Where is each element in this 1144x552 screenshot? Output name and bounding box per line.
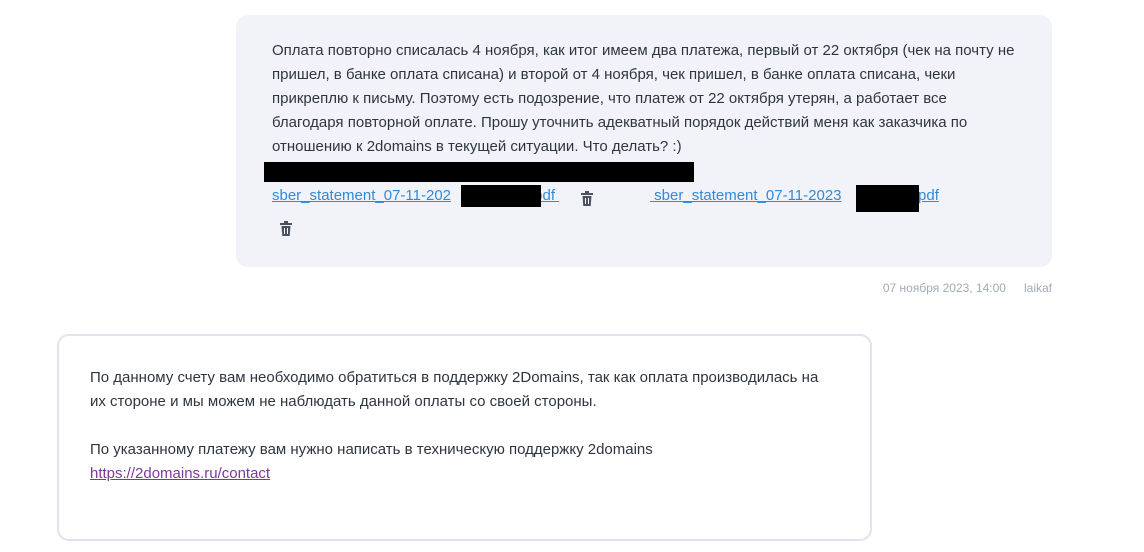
attachment-1-prefix: sber_statement_07-11-202 (272, 187, 452, 204)
chat-thread: Оплата повторно списалась 4 ноября, как … (0, 0, 1144, 552)
user-message-bubble: Оплата повторно списалась 4 ноября, как … (236, 15, 1052, 267)
trash-icon[interactable] (280, 221, 292, 236)
trash-icon[interactable] (581, 191, 593, 206)
message-author: laikaf (1023, 281, 1052, 295)
reply-paragraph-2: По указанному платежу вам нужно написать… (90, 441, 653, 458)
redaction-bar (264, 162, 694, 182)
redaction-bar (856, 185, 919, 212)
redaction-bar (461, 185, 541, 207)
reply-paragraph-1: По данному счету вам необходимо обратить… (90, 369, 819, 410)
user-message-text: Оплата повторно списалась 4 ноября, как … (272, 42, 1015, 155)
support-reply-text: По данному счету вам необходимо обратить… (90, 366, 830, 486)
contact-link[interactable]: https://2domains.ru/contact (90, 465, 270, 482)
support-reply-bubble: По данному счету вам необходимо обратить… (57, 334, 872, 541)
message-timestamp: 07 ноября 2023, 14:00 (882, 281, 1006, 295)
message-meta: 07 ноября 2023, 14:00 laikaf (883, 281, 1052, 295)
attachment-2-prefix: sber_statement_07-11-2023 (650, 187, 842, 204)
